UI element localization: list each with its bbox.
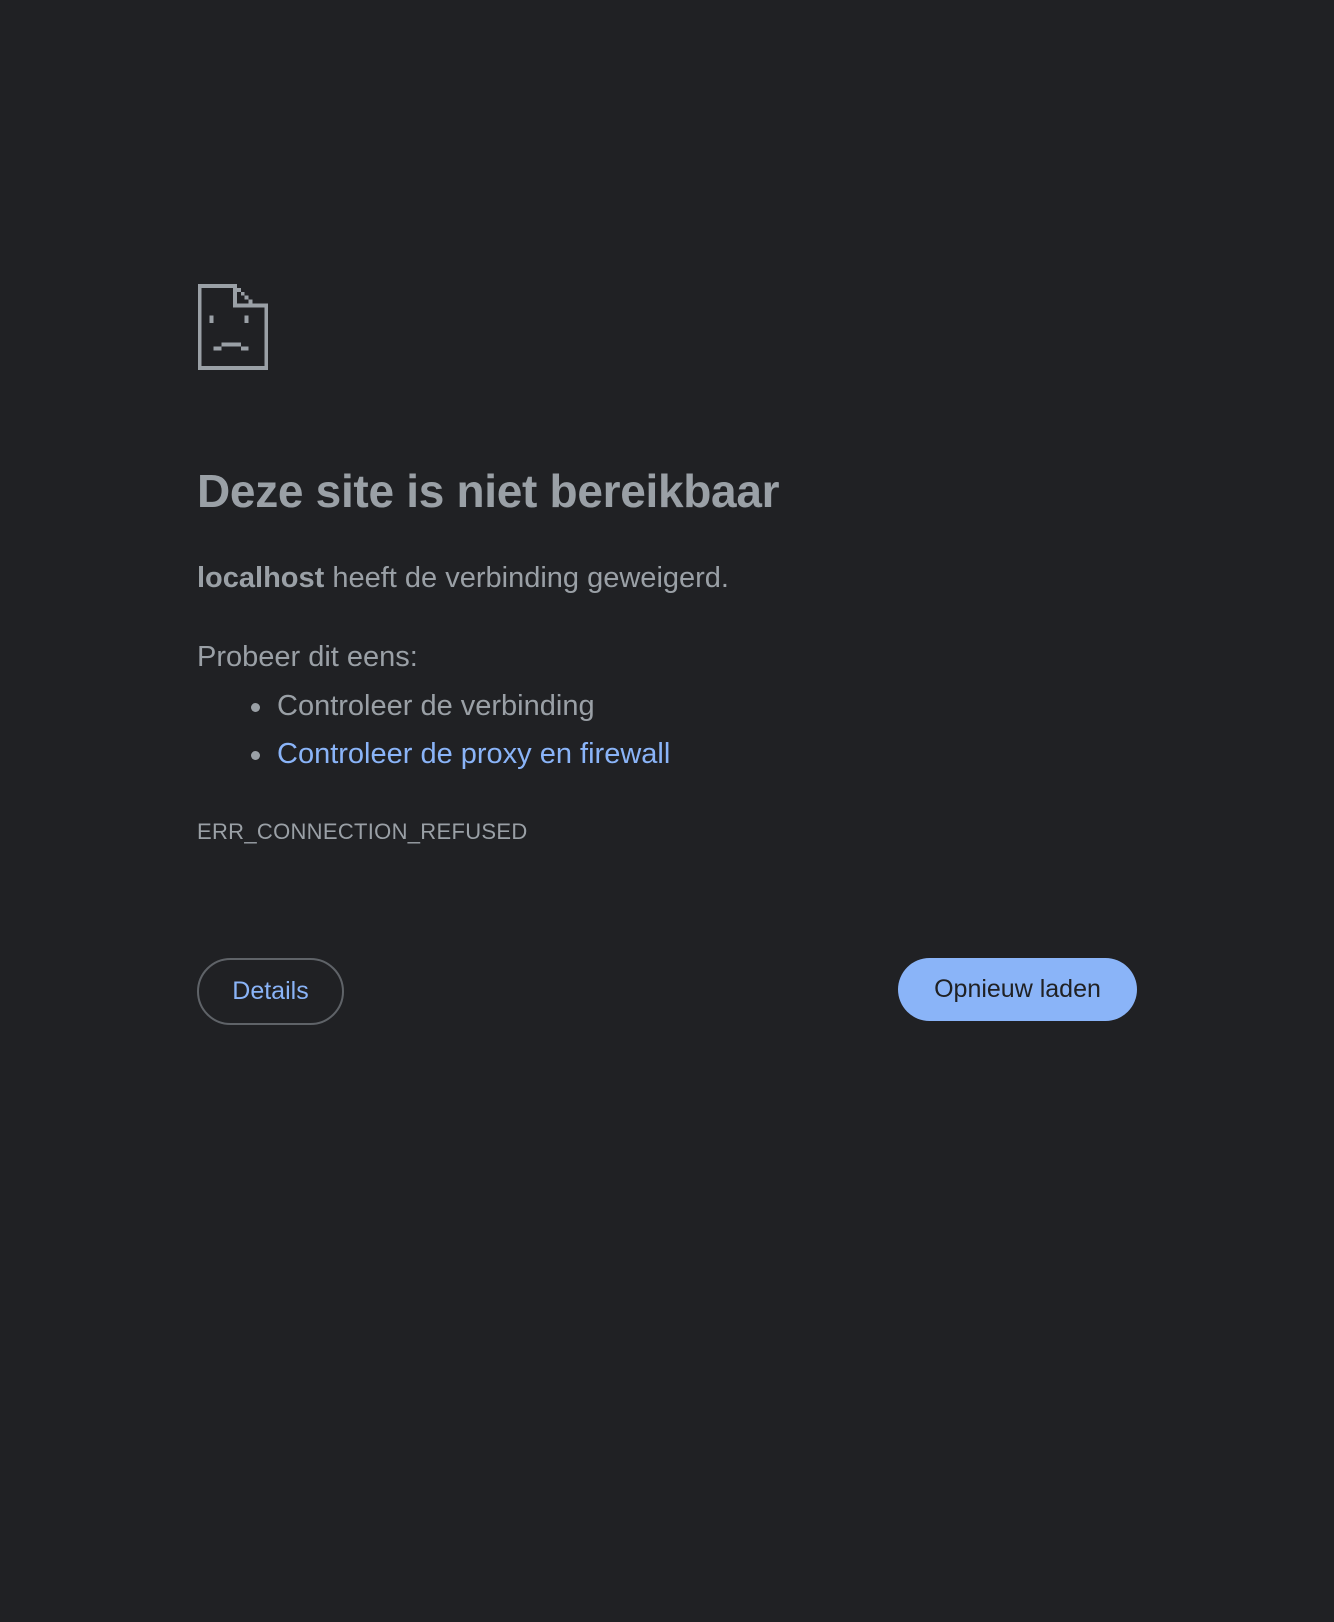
suggestions-list: Controleer de verbinding Controleer de p… bbox=[197, 688, 670, 784]
list-item: Controleer de proxy en firewall bbox=[197, 736, 670, 784]
details-button[interactable]: Details bbox=[197, 958, 344, 1025]
summary-message: heeft de verbinding geweigerd. bbox=[324, 562, 729, 594]
host-name: localhost bbox=[197, 562, 325, 594]
proxy-firewall-link[interactable]: Controleer de proxy en firewall bbox=[277, 738, 670, 770]
error-code: ERR_CONNECTION_REFUSED bbox=[197, 819, 528, 844]
error-summary: localhost heeft de verbinding geweigerd. bbox=[197, 562, 729, 595]
page-title: Deze site is niet bereikbaar bbox=[197, 465, 780, 517]
suggestion-check-connection: Controleer de verbinding bbox=[277, 690, 595, 722]
list-item: Controleer de verbinding bbox=[197, 688, 670, 736]
sad-document-icon bbox=[197, 284, 269, 370]
bullet-icon bbox=[251, 751, 260, 760]
reload-button[interactable]: Opnieuw laden bbox=[898, 958, 1137, 1021]
bullet-icon bbox=[251, 703, 260, 712]
suggestions-heading: Probeer dit eens: bbox=[197, 641, 418, 673]
